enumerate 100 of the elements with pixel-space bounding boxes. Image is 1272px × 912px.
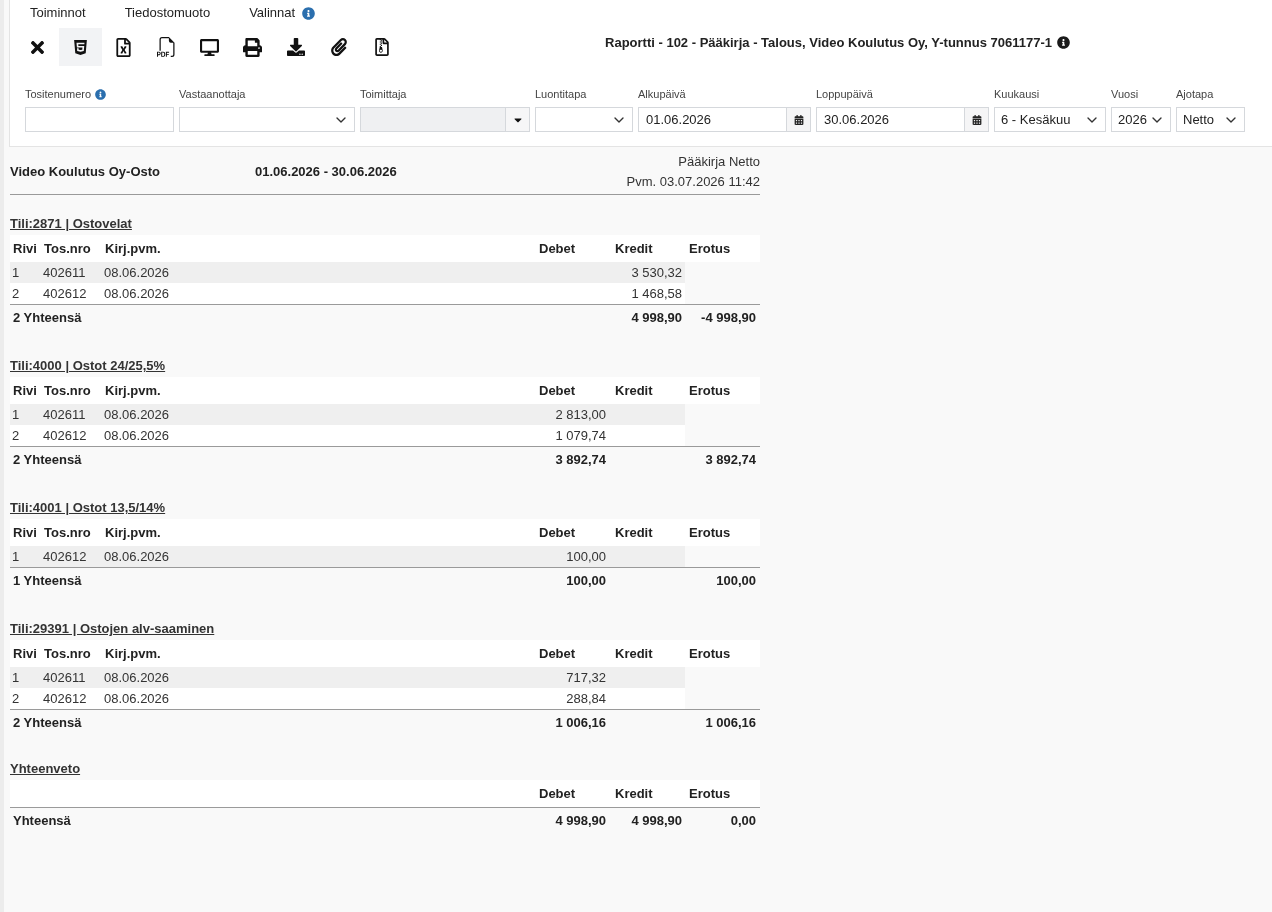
file-x-icon xyxy=(114,37,133,57)
table-cell-text: 100,00 xyxy=(565,547,607,566)
column-header: Debet xyxy=(539,381,576,400)
field-label: Kuukausi xyxy=(994,86,1040,102)
select-field[interactable] xyxy=(535,107,633,132)
column-header: Erotus xyxy=(689,381,731,400)
field-label: Luontitapa xyxy=(535,86,587,102)
column-header: Erotus xyxy=(689,784,731,803)
column-header: Kredit xyxy=(615,523,653,542)
field-label: Vuosi xyxy=(1111,86,1139,102)
column-header: Rivi xyxy=(13,523,37,542)
table-cell-text: 402612 xyxy=(42,689,88,708)
table-cell-text: 08.06.2026 xyxy=(103,689,171,708)
total-label: 1 Yhteensä xyxy=(12,572,82,591)
table-cell-text: 3 530,32 xyxy=(630,263,683,282)
column-header: Debet xyxy=(539,239,576,258)
field-label: Vastaanottaja xyxy=(179,86,246,102)
total-value: 100,00 xyxy=(566,572,607,591)
table-cell-text: 288,84 xyxy=(565,689,607,708)
column-header: Debet xyxy=(539,523,576,542)
select-field[interactable]: Netto xyxy=(1176,107,1245,132)
table-cell-text: 1 079,74 xyxy=(554,426,607,445)
select-field[interactable]: 2026 xyxy=(1111,107,1171,132)
select-field[interactable]: 6 - Kesäkuu xyxy=(994,107,1106,132)
table-cell-text: 402612 xyxy=(42,284,88,303)
table-cell-text: 08.06.2026 xyxy=(103,547,171,566)
field-label: Ajotapa xyxy=(1176,86,1214,102)
total-label: Yhteensä xyxy=(12,812,71,831)
monitor-icon xyxy=(200,37,219,57)
pdf-file-icon xyxy=(156,37,177,57)
total-value: 3 892,74 xyxy=(555,451,607,470)
total-value: 0,00 xyxy=(730,812,757,831)
field-label: Alkupäivä xyxy=(638,86,686,102)
column-header: Debet xyxy=(539,644,576,663)
table-cell-text: 1 xyxy=(11,405,21,424)
total-value: 4 998,90 xyxy=(631,812,683,831)
table-cell-text: 402611 xyxy=(42,263,87,282)
table-cell-text: 1 xyxy=(11,263,21,282)
column-header: Kirj.pvm. xyxy=(105,381,161,400)
text-field[interactable] xyxy=(25,107,174,132)
field-label: Loppupäivä xyxy=(816,86,873,102)
menu-item[interactable]: Toiminnot xyxy=(30,3,86,23)
date-field[interactable]: 30.06.2026 xyxy=(816,107,965,132)
column-header: Tos.nro xyxy=(44,239,91,258)
calendar-button[interactable] xyxy=(965,107,989,132)
printer-icon xyxy=(243,37,262,57)
column-header: Tos.nro xyxy=(44,644,91,663)
total-value: 100,00 xyxy=(716,572,757,591)
column-header: Rivi xyxy=(13,239,37,258)
table-cell-text: 1 xyxy=(11,668,21,687)
account-title: Tili:29391 | Ostojen alv-saaminen xyxy=(10,621,215,636)
table-cell-text: 2 813,00 xyxy=(554,405,607,424)
table-cell-text: 08.06.2026 xyxy=(103,284,171,303)
table-cell-text: 08.06.2026 xyxy=(103,405,171,424)
account-title: Tili:4000 | Ostot 24/25,5% xyxy=(10,358,166,373)
info-icon[interactable] xyxy=(1056,36,1070,50)
html5-icon xyxy=(72,38,89,56)
archive-file-icon xyxy=(372,38,391,56)
toolbar-button[interactable] xyxy=(59,28,102,66)
column-header: Erotus xyxy=(689,523,731,542)
report-period: 01.06.2026 - 30.06.2026 xyxy=(255,163,397,182)
calendar-button[interactable] xyxy=(787,107,811,132)
field-label: Tositenumero xyxy=(25,86,92,102)
report-name: Pääkirja Netto xyxy=(678,153,760,171)
table-cell-text: 402611 xyxy=(42,405,87,424)
menu-item[interactable]: Tiedostomuoto xyxy=(124,3,211,23)
company-name: Video Koulutus Oy-Osto xyxy=(10,163,161,182)
total-value: 4 998,90 xyxy=(555,812,607,831)
column-header: Kredit xyxy=(615,239,653,258)
table-cell-text: 402611 xyxy=(42,668,87,687)
total-value: 3 892,74 xyxy=(705,451,757,470)
table-cell-text: 717,32 xyxy=(565,668,607,687)
column-header: Erotus xyxy=(689,239,731,258)
total-value: 4 998,90 xyxy=(631,309,683,328)
select-field[interactable] xyxy=(179,107,355,132)
table-cell-text: 08.06.2026 xyxy=(103,263,171,282)
paperclip-icon xyxy=(329,38,348,56)
column-header: Kredit xyxy=(615,381,653,400)
account-title: Tili:2871 | Ostovelat xyxy=(10,216,132,231)
total-label: 2 Yhteensä xyxy=(12,309,82,328)
column-header: Tos.nro xyxy=(44,523,91,542)
account-title: Tili:4001 | Ostot 13,5/14% xyxy=(10,500,166,515)
table-cell-text: 2 xyxy=(11,689,21,708)
column-header: Debet xyxy=(539,784,576,803)
total-value: -4 998,90 xyxy=(701,309,757,328)
column-header: Kredit xyxy=(615,784,653,803)
column-header: Rivi xyxy=(13,381,37,400)
download-icon xyxy=(286,38,305,56)
table-cell-text: 2 xyxy=(11,426,21,445)
field-label: Toimittaja xyxy=(360,86,407,102)
column-header: Kirj.pvm. xyxy=(105,523,161,542)
column-header: Kredit xyxy=(615,644,653,663)
print-date: Pvm. 03.07.2026 11:42 xyxy=(626,173,760,191)
menu-item[interactable]: Valinnat xyxy=(249,3,296,23)
column-header: Kirj.pvm. xyxy=(105,644,161,663)
table-cell-text: 08.06.2026 xyxy=(103,426,171,445)
total-value: 1 006,16 xyxy=(705,714,757,733)
calendar-icon xyxy=(971,114,982,125)
date-field[interactable]: 01.06.2026 xyxy=(638,107,787,132)
table-cell-text: 1 xyxy=(11,547,21,566)
